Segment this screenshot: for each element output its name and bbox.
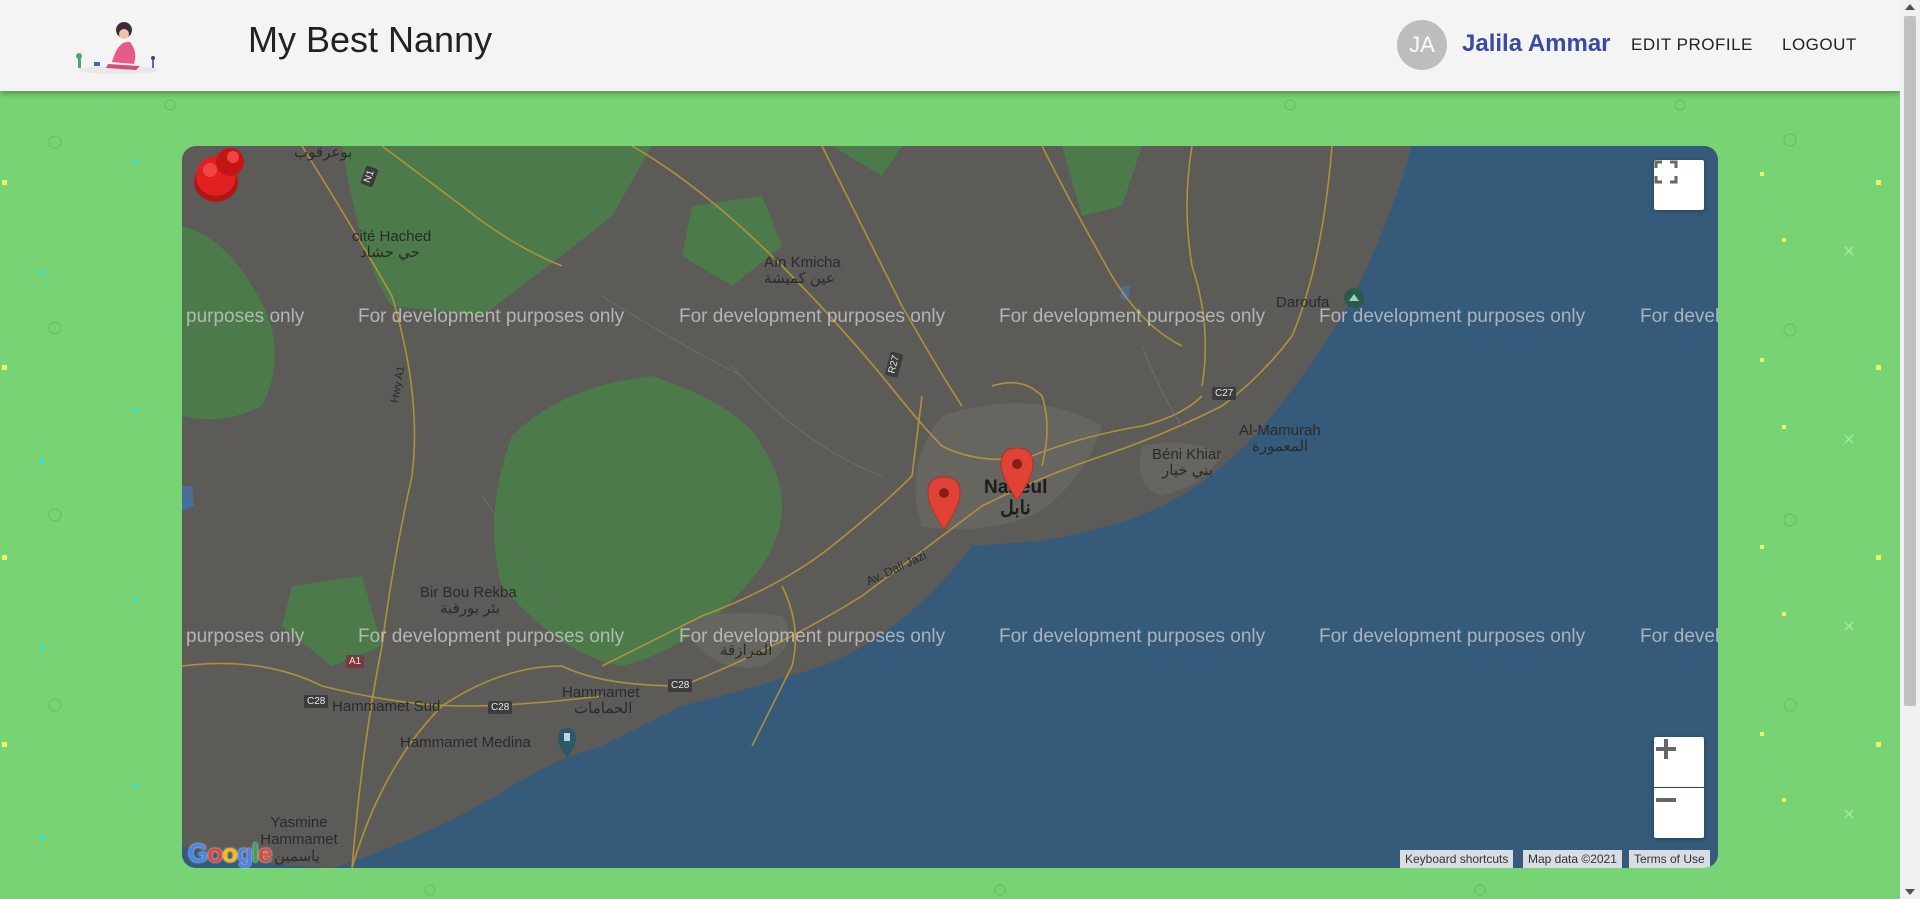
map-label-beni-khiar: Béni Khiar [1152, 446, 1222, 463]
road-shield-c28: C28 [304, 695, 329, 708]
map-label-al-mamurah: Al-Mamurah [1239, 422, 1321, 439]
map-watermark: For development purposes only [358, 626, 625, 647]
page-scrollbar[interactable] [1900, 0, 1920, 899]
map-label-hammamet-sud: Hammamet Sud [332, 698, 441, 715]
terms-of-use-link[interactable]: Terms of Use [1629, 850, 1710, 868]
map-label-bir-bou-rekba: Bir Bou Rekba [420, 584, 517, 601]
map-watermark: purposes only [186, 626, 305, 647]
map-label-cite-hached: cité Hached [352, 228, 432, 245]
map-watermark: For development purposes only [999, 306, 1266, 327]
avatar[interactable]: JA [1397, 20, 1447, 70]
map-label-hammamet: Hammamet [562, 684, 640, 701]
map-label-hammamet-ar: الحمامات [574, 700, 633, 717]
zoom-out-button[interactable] [1654, 788, 1704, 838]
map-label-bir-bou-rekba-ar: بئر بورقبة [440, 600, 501, 617]
map-watermark: purposes only [186, 306, 305, 327]
road-shield-c27: C27 [1212, 387, 1237, 400]
map-label-hammamet-medina: Hammamet Medina [400, 734, 531, 751]
site-title: My Best Nanny [248, 19, 493, 60]
nanny-logo-icon[interactable] [68, 10, 168, 80]
map-label-beni-khiar-ar: بني خيار [1162, 462, 1213, 479]
zoom-in-button[interactable] [1654, 737, 1704, 787]
road-shield-c28: C28 [488, 701, 513, 714]
map-marker-pin-icon[interactable] [927, 476, 961, 530]
scrollbar-thumb[interactable] [1904, 16, 1916, 706]
pushpin-icon [194, 148, 244, 202]
fullscreen-button[interactable] [1654, 160, 1704, 210]
poi-hammamet-medina-icon[interactable] [558, 728, 576, 758]
map-watermark: For development purposes only [1319, 626, 1586, 647]
map-watermark: For devel [1640, 306, 1718, 327]
map-watermark: For development purposes only [999, 626, 1266, 647]
map-view[interactable]: بوعرقوب cité Hached حي حشاد Aïn Kmicha ع… [182, 146, 1718, 868]
map-label-al-mamurah-ar: المعمورة [1252, 438, 1309, 455]
scroll-up-icon[interactable] [1905, 4, 1915, 10]
edit-profile-button[interactable]: EDIT PROFILE [1631, 35, 1753, 55]
map-marker-pin-icon[interactable] [1000, 447, 1034, 501]
map-watermark: For development purposes only [358, 306, 625, 327]
map-label-yasmine-ar: ياسمين [274, 848, 320, 865]
app-header: My Best Nanny JA Jalila Ammar EDIT PROFI… [0, 0, 1900, 91]
map-data-attribution: Map data ©2021 [1523, 850, 1622, 868]
fullscreen-icon [1654, 160, 1678, 184]
keyboard-shortcuts-link[interactable]: Keyboard shortcuts [1400, 850, 1514, 868]
logout-button[interactable]: LOGOUT [1782, 35, 1857, 55]
user-name[interactable]: Jalila Ammar [1462, 30, 1611, 58]
map-watermark: For development purposes only [679, 306, 946, 327]
minus-icon [1656, 798, 1676, 802]
map-watermark: For devel [1640, 626, 1718, 647]
road-shield-c28: C28 [668, 679, 693, 692]
map-watermark: For development purposes only [1319, 306, 1586, 327]
map-label-nabeul-ar: نابل [1000, 498, 1031, 519]
map-watermark: For development purposes only [679, 626, 946, 647]
map-label-bou-argoub: بوعرقوب [294, 146, 353, 161]
map-label-cite-hached-ar: حي حشاد [360, 244, 420, 261]
google-logo[interactable]: Google [188, 838, 273, 869]
map-label-ain-kmicha: Aïn Kmicha [764, 254, 841, 271]
road-shield-a1: A1 [346, 655, 365, 668]
scroll-down-icon[interactable] [1905, 889, 1915, 895]
plus-icon [1656, 739, 1676, 759]
map-label-ain-kmicha-ar: عين كميشة [764, 270, 835, 287]
